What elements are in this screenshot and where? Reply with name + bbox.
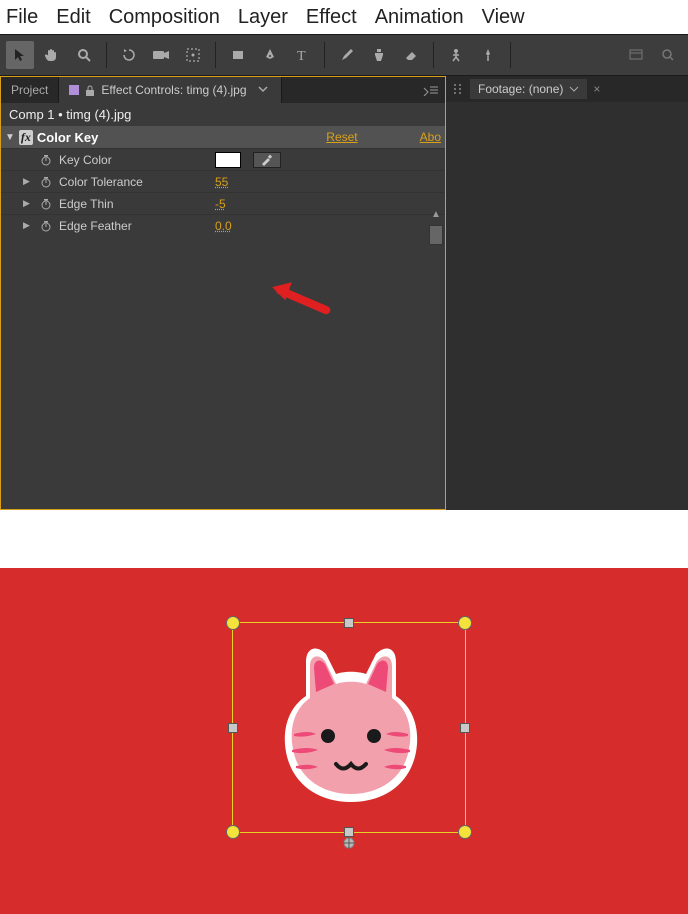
menu-effect[interactable]: Effect [306, 6, 357, 29]
scroll-up-icon[interactable]: ▲ [429, 209, 443, 223]
menu-view[interactable]: View [482, 6, 525, 29]
composition-preview [0, 516, 688, 914]
toolbar-separator [106, 42, 107, 68]
selection-handle[interactable] [344, 618, 354, 628]
eraser-tool-icon[interactable] [397, 41, 425, 69]
tab-footage-label: Footage: (none) [478, 82, 563, 96]
puppet-tool-icon[interactable] [442, 41, 470, 69]
about-link[interactable]: Abo [420, 130, 441, 144]
breadcrumb: Comp 1 • timg (4).jpg [1, 103, 445, 126]
twirl-right-icon[interactable]: ▶ [23, 176, 33, 187]
menu-edit[interactable]: Edit [56, 6, 90, 29]
workspace-icon[interactable] [622, 41, 650, 69]
prop-value[interactable]: 0.0 [215, 219, 232, 233]
panel-grip-icon[interactable] [452, 82, 464, 96]
menu-animation[interactable]: Animation [375, 6, 464, 29]
close-icon[interactable]: × [593, 82, 600, 96]
reset-link[interactable]: Reset [326, 130, 357, 144]
tab-project[interactable]: Project [1, 77, 59, 103]
panels-row: Project Effect Controls: timg (4).jpg [0, 76, 688, 510]
clone-stamp-tool-icon[interactable] [365, 41, 393, 69]
eyedropper-button[interactable] [253, 152, 281, 168]
pin-tool-icon[interactable] [474, 41, 502, 69]
effect-list: ▼ fx Color Key Reset Abo Key Color [1, 126, 445, 236]
prop-color-tolerance: ▶ Color Tolerance 55 [1, 170, 445, 192]
layer-color-icon [69, 85, 79, 95]
prop-edge-feather: ▶ Edge Feather 0.0 [1, 214, 445, 236]
stopwatch-icon[interactable] [39, 219, 53, 233]
stopwatch-icon[interactable] [39, 175, 53, 189]
text-tool-icon[interactable]: T [288, 41, 316, 69]
menubar: File Edit Composition Layer Effect Anima… [0, 0, 688, 34]
menu-layer[interactable]: Layer [238, 6, 288, 29]
prop-value[interactable]: 55 [215, 175, 228, 189]
zoom-tool-icon[interactable] [70, 41, 98, 69]
twirl-right-icon[interactable]: ▶ [23, 220, 33, 231]
hand-tool-icon[interactable] [38, 41, 66, 69]
tab-effect-controls[interactable]: Effect Controls: timg (4).jpg [59, 77, 281, 103]
search-panel-icon[interactable] [654, 41, 682, 69]
prop-edge-thin: ▶ Edge Thin -5 [1, 192, 445, 214]
menu-file[interactable]: File [6, 6, 38, 29]
twirl-right-icon[interactable]: ▶ [23, 198, 33, 209]
rectangle-tool-icon[interactable] [224, 41, 252, 69]
selection-handle[interactable] [228, 723, 238, 733]
color-swatch[interactable] [215, 152, 241, 168]
tab-effect-controls-label: Effect Controls: timg (4).jpg [101, 83, 246, 97]
prop-value[interactable]: -5 [215, 197, 226, 211]
selection-handle[interactable] [226, 616, 240, 630]
rotate-tool-icon[interactable] [115, 41, 143, 69]
annotation-arrow-icon [265, 279, 335, 315]
prop-label: Color Tolerance [59, 175, 209, 189]
toolbar-separator [433, 42, 434, 68]
footage-panel: Footage: (none) × [446, 76, 688, 510]
prop-label: Edge Thin [59, 197, 209, 211]
toolbar: T [0, 34, 688, 76]
lock-icon [85, 85, 95, 95]
chevron-down-icon[interactable] [569, 84, 579, 94]
prop-label: Key Color [59, 153, 209, 167]
selection-bounding-box[interactable] [232, 622, 466, 833]
toolbar-separator [510, 42, 511, 68]
menu-composition[interactable]: Composition [109, 6, 220, 29]
stopwatch-icon[interactable] [39, 197, 53, 211]
prop-key-color: Key Color [1, 148, 445, 170]
selection-tool-icon[interactable] [6, 41, 34, 69]
camera-tool-icon[interactable] [147, 41, 175, 69]
fx-badge-icon[interactable]: fx [19, 130, 33, 145]
selection-handle[interactable] [226, 825, 240, 839]
toolbar-separator [215, 42, 216, 68]
effect-controls-panel: Project Effect Controls: timg (4).jpg [0, 76, 446, 510]
effect-header[interactable]: ▼ fx Color Key Reset Abo [1, 126, 445, 148]
scrollbar-thumb[interactable] [429, 225, 443, 245]
panel-tabs: Project Effect Controls: timg (4).jpg [1, 77, 445, 103]
panel-menu-icon[interactable] [423, 84, 439, 96]
twirl-down-icon[interactable]: ▼ [5, 132, 15, 143]
svg-text:T: T [297, 49, 306, 63]
tab-footage[interactable]: Footage: (none) [470, 79, 587, 99]
footage-tabs: Footage: (none) × [446, 76, 688, 102]
toolbar-separator [324, 42, 325, 68]
prop-label: Edge Feather [59, 219, 209, 233]
selection-handle[interactable] [460, 723, 470, 733]
anchor-point-icon[interactable] [342, 836, 356, 850]
pan-behind-tool-icon[interactable] [179, 41, 207, 69]
selection-handle[interactable] [458, 825, 472, 839]
stopwatch-icon[interactable] [39, 153, 53, 167]
tab-project-label: Project [11, 83, 48, 97]
chevron-down-icon[interactable] [257, 83, 271, 97]
pen-tool-icon[interactable] [256, 41, 284, 69]
selection-handle[interactable] [458, 616, 472, 630]
brush-tool-icon[interactable] [333, 41, 361, 69]
effect-name: Color Key [37, 130, 98, 145]
